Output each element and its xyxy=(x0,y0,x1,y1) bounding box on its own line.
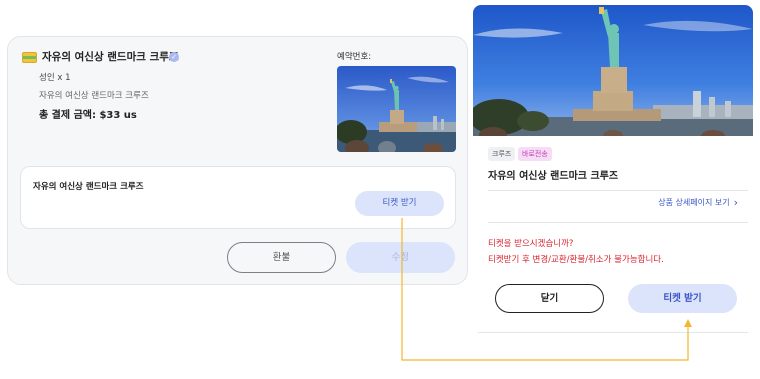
product-detail-link-label: 상품 상세페이지 보기 xyxy=(658,198,730,207)
category-tag: 크루즈 xyxy=(488,147,516,161)
modal-product-title: 자유의 여신상 랜드마크 크루즈 xyxy=(488,171,619,182)
ticket-item-title: 자유의 여신상 랜드마크 크루즈 xyxy=(33,182,144,192)
get-ticket-button[interactable]: 티켓 받기 xyxy=(355,191,444,216)
product-title: 자유의 여신상 랜드마크 크루즈 xyxy=(42,51,179,63)
refund-button[interactable]: 환불 xyxy=(227,242,336,273)
product-hero-image xyxy=(473,5,753,136)
edit-button[interactable]: 수정 xyxy=(346,242,455,273)
product-subtitle: 자유의 여신상 랜드마크 크루즈 xyxy=(39,91,149,101)
instant-delivery-tag: 바로전송 xyxy=(518,147,552,161)
product-thumbnail xyxy=(337,66,456,152)
statue-of-liberty-hero xyxy=(473,5,753,136)
no-refund-warning: 티켓받기 후 변경/교환/환불/취소가 불가능합니다. xyxy=(488,255,664,265)
reservation-number-label: 예약번호: xyxy=(337,52,372,62)
confirm-get-ticket-button[interactable]: 티켓 받기 xyxy=(628,284,737,313)
ticket-confirm-modal: 크루즈 바로전송 자유의 여신상 랜드마크 크루즈 상품 상세페이지 보기 › 티… xyxy=(473,5,753,335)
divider xyxy=(488,190,748,191)
ticket-icon xyxy=(22,52,37,63)
total-amount: 총 결제 금액: $33 us xyxy=(39,110,137,121)
confirm-question: 티켓을 받으시겠습니까? xyxy=(488,239,574,249)
booking-card: 자유의 여신상 랜드마크 크루즈 ✓ 성인 x 1 자유의 여신상 랜드마크 크… xyxy=(7,36,468,285)
ticket-item-box: 자유의 여신상 랜드마크 크루즈 티켓 받기 xyxy=(20,166,456,229)
product-detail-link[interactable]: 상품 상세페이지 보기 › xyxy=(658,196,738,209)
verified-badge-icon: ✓ xyxy=(169,52,179,62)
quantity-text: 성인 x 1 xyxy=(39,73,71,83)
chevron-right-icon: › xyxy=(733,196,738,209)
statue-of-liberty-thumbnail xyxy=(337,66,456,152)
close-button[interactable]: 닫기 xyxy=(495,284,604,313)
divider xyxy=(478,332,748,333)
divider xyxy=(488,222,748,223)
